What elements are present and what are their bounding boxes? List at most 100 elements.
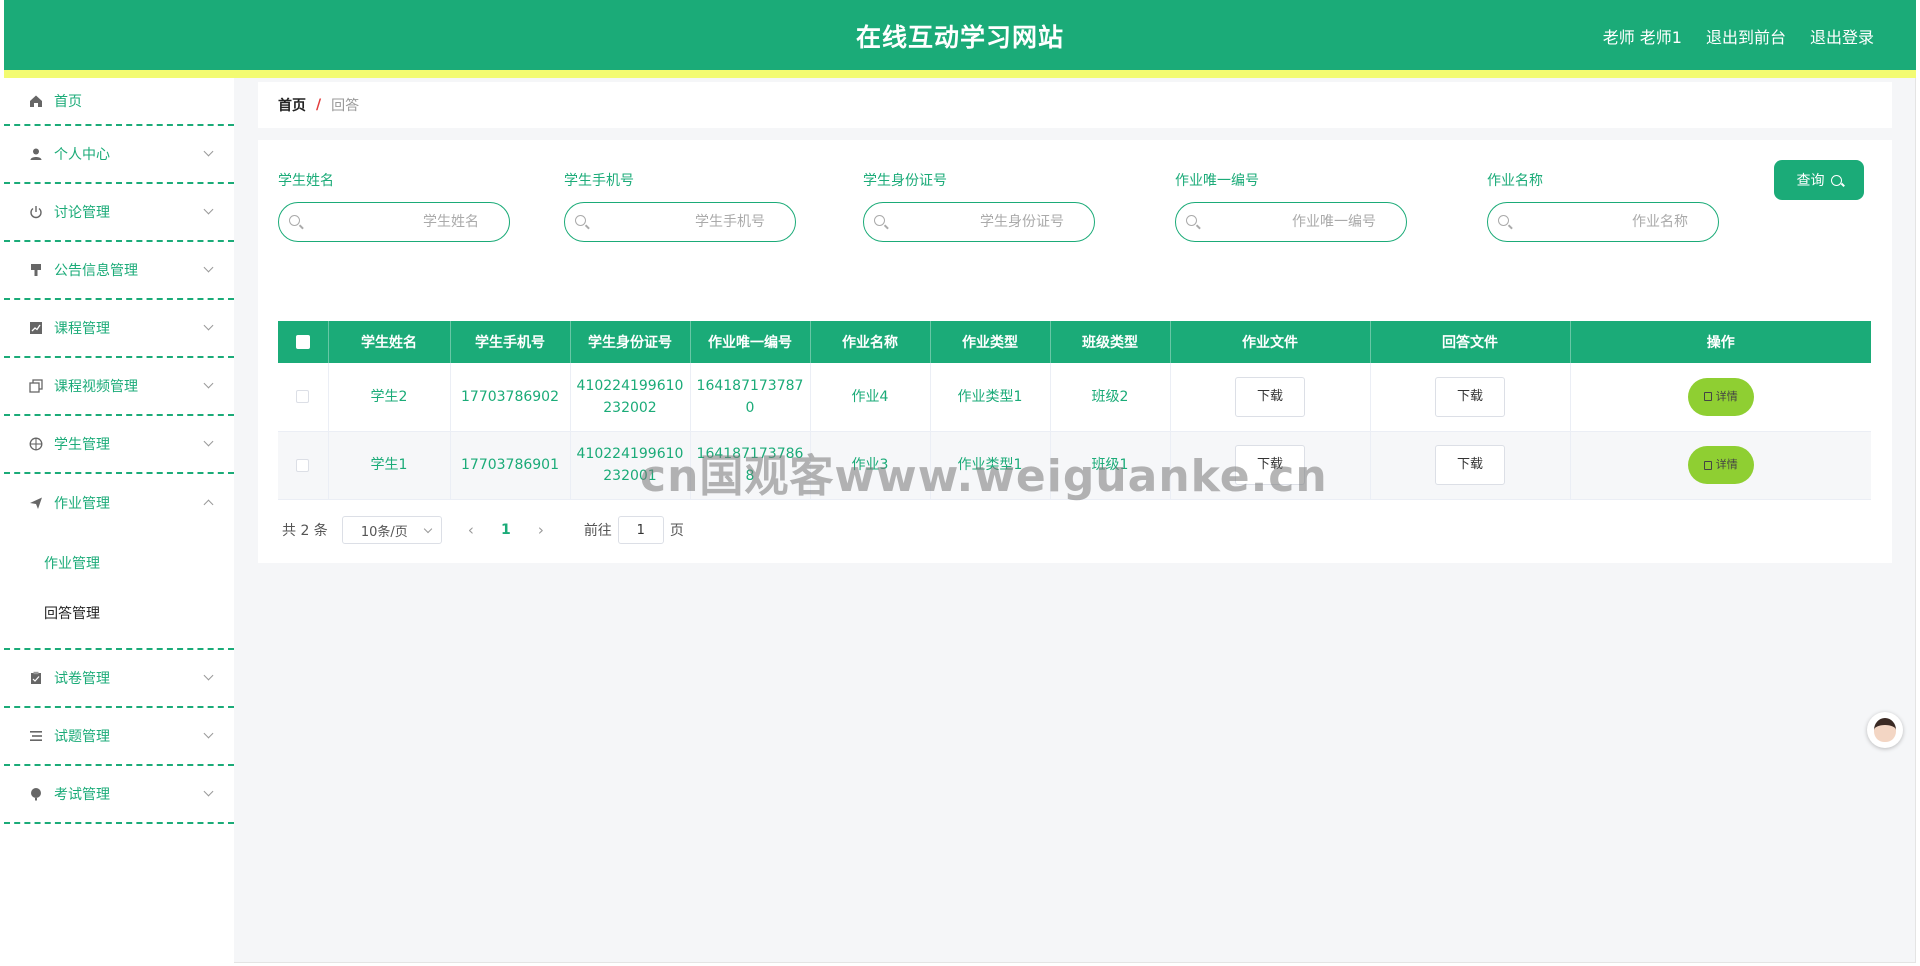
search-label: 作业名称	[1487, 173, 1543, 189]
goto-unit: 页	[669, 523, 684, 539]
back-to-frontend-link[interactable]: 退出到前台	[1706, 24, 1786, 48]
column-header: 作业类型	[930, 321, 1051, 363]
document-icon	[1703, 392, 1712, 402]
row-checkbox[interactable]	[296, 458, 310, 472]
next-page-button[interactable]: ›	[526, 521, 556, 539]
student-name-input[interactable]	[309, 211, 479, 233]
student-idcard-input[interactable]	[894, 211, 1064, 233]
sidebar-item-label: 作业管理	[54, 496, 110, 512]
column-header: 班级类型	[1050, 321, 1171, 363]
cell-class-type: 班级2	[1050, 363, 1171, 432]
sidebar-item-question[interactable]: 试题管理	[4, 708, 234, 766]
sidebar-item-profile[interactable]: 个人中心	[4, 126, 234, 184]
chevron-down-icon	[203, 320, 214, 331]
homework-submenu: 作业管理 回答管理	[4, 532, 234, 650]
download-homework-button[interactable]: 下载	[1235, 376, 1305, 417]
chevron-down-icon	[203, 436, 214, 447]
breadcrumb-current: 回答	[331, 98, 360, 114]
total-count: 共 2 条	[282, 523, 328, 539]
column-header: 操作	[1570, 321, 1871, 363]
search-icon	[1830, 174, 1842, 186]
sidebar-item-discussion[interactable]: 讨论管理	[4, 184, 234, 242]
cell-actions: 详情	[1570, 431, 1871, 500]
search-box	[1487, 202, 1719, 242]
search-icon	[874, 215, 885, 226]
sidebar-item-exam-paper[interactable]: 试卷管理	[4, 650, 234, 708]
download-answer-button[interactable]: 下载	[1435, 376, 1505, 417]
breadcrumb: 首页 / 回答	[258, 82, 1892, 128]
chevron-down-icon	[203, 728, 214, 739]
sidebar-item-home[interactable]: 首页	[4, 78, 234, 126]
cell-homework-file: 下载	[1170, 363, 1371, 432]
chevron-down-icon	[423, 524, 433, 534]
logout-link[interactable]: 退出登录	[1810, 24, 1874, 48]
sidebar-item-label: 个人中心	[54, 147, 110, 163]
sidebar-item-course[interactable]: 课程管理	[4, 300, 234, 358]
goto-page-input[interactable]	[617, 516, 664, 544]
document-icon	[1703, 460, 1712, 470]
cell-homework-id: 1641871737868	[690, 431, 811, 500]
brush-icon	[28, 262, 44, 278]
search-box	[564, 202, 796, 242]
chevron-down-icon	[203, 670, 214, 681]
sidebar-item-notice[interactable]: 公告信息管理	[4, 242, 234, 300]
column-header: 回答文件	[1370, 321, 1571, 363]
assistant-avatar[interactable]	[1867, 712, 1903, 748]
search-student-name: 学生姓名	[278, 170, 510, 242]
search-student-idcard: 学生身份证号	[863, 170, 1095, 242]
row-select-cell	[278, 363, 329, 432]
detail-button[interactable]: 详情	[1687, 446, 1754, 484]
select-all-checkbox[interactable]	[295, 335, 310, 349]
student-phone-input[interactable]	[595, 211, 765, 233]
pagination: 共 2 条 10条/页 ‹ 1 › 前往 页	[282, 516, 684, 544]
download-answer-button[interactable]: 下载	[1435, 445, 1505, 485]
column-header: 作业名称	[810, 321, 931, 363]
detail-button-label: 详情	[1715, 389, 1738, 403]
clipboard-icon	[28, 670, 44, 686]
chevron-down-icon	[203, 146, 214, 157]
column-header: 作业唯一编号	[690, 321, 811, 363]
column-header: 学生姓名	[328, 321, 451, 363]
sidebar-item-homework[interactable]: 作业管理	[4, 474, 234, 532]
page-number-1[interactable]: 1	[486, 522, 526, 538]
homework-id-input[interactable]	[1206, 211, 1376, 233]
sidebar: 首页 个人中心 讨论管理 公告信息管理 课程管理 课程视频管理 学生管理 作业管…	[4, 78, 234, 963]
table-header-row: 学生姓名 学生手机号 学生身份证号 作业唯一编号 作业名称 作业类型 班级类型 …	[278, 321, 1871, 363]
header-nav: 老师 老师1 退出到前台 退出登录	[1603, 24, 1874, 48]
search-label: 学生姓名	[278, 173, 334, 189]
sidebar-item-label: 讨论管理	[54, 205, 110, 221]
download-homework-button[interactable]: 下载	[1235, 445, 1305, 485]
homework-name-input[interactable]	[1518, 211, 1688, 233]
table-row: 学生2 17703786902 410224199610232002 16418…	[278, 363, 1871, 432]
power-icon	[28, 204, 44, 220]
search-label: 学生手机号	[564, 173, 634, 189]
sidebar-item-label: 试题管理	[54, 729, 110, 745]
submenu-item-answers[interactable]: 回答管理	[4, 588, 234, 638]
current-user: 老师 老师1	[1602, 28, 1682, 47]
detail-button[interactable]: 详情	[1687, 377, 1754, 416]
search-box	[1175, 202, 1407, 242]
query-button[interactable]: 查询	[1774, 160, 1864, 200]
prev-page-button[interactable]: ‹	[456, 521, 486, 539]
search-box	[278, 202, 510, 242]
breadcrumb-home[interactable]: 首页	[278, 95, 306, 115]
chevron-down-icon	[203, 262, 214, 273]
header-accent-strip	[4, 70, 1916, 78]
cell-student-idcard: 410224199610232002	[570, 363, 691, 432]
row-checkbox[interactable]	[296, 390, 310, 404]
cell-actions: 详情	[1570, 363, 1871, 432]
cell-student-idcard: 410224199610232001	[570, 431, 691, 500]
submenu-item-homework[interactable]: 作业管理	[4, 538, 234, 588]
sidebar-item-exam[interactable]: 考试管理	[4, 766, 234, 824]
cell-student-name: 学生2	[328, 363, 451, 432]
sidebar-item-label: 课程管理	[54, 321, 110, 337]
main-panel: 学生姓名 学生手机号 学生身份证号 作业唯一编号 作业名称	[258, 140, 1892, 563]
search-icon	[575, 215, 586, 226]
detail-button-label: 详情	[1715, 458, 1738, 471]
page-size-select[interactable]: 10条/页	[341, 516, 442, 544]
cell-answer-file: 下载	[1370, 431, 1571, 500]
send-icon	[28, 495, 44, 511]
sidebar-item-student[interactable]: 学生管理	[4, 416, 234, 474]
sidebar-item-course-video[interactable]: 课程视频管理	[4, 358, 234, 416]
cell-homework-name: 作业3	[810, 431, 931, 500]
